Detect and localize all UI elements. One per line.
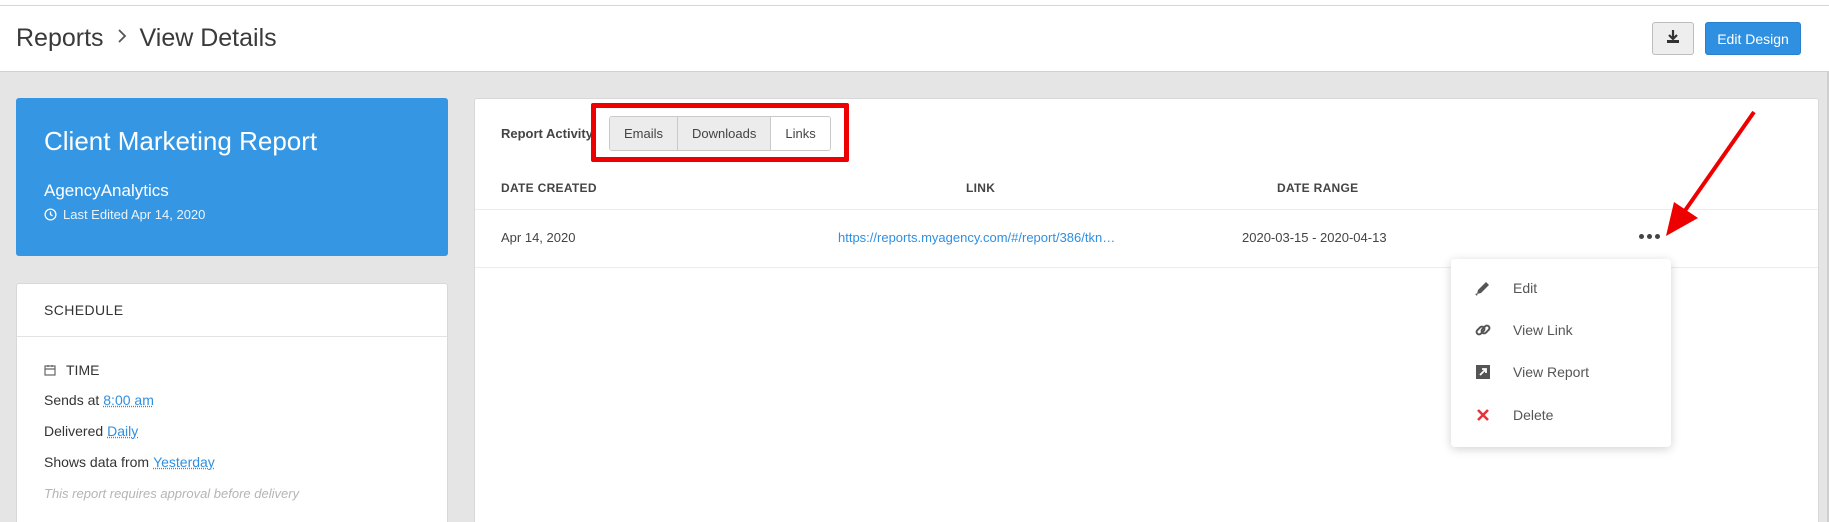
breadcrumb: Reports View Details xyxy=(16,24,277,53)
report-summary-card: Client Marketing Report AgencyAnalytics … xyxy=(16,98,448,256)
calendar-icon xyxy=(44,365,56,376)
cell-link[interactable]: https://reports.myagency.com/#/report/38… xyxy=(838,230,1115,245)
close-icon xyxy=(1473,405,1493,425)
report-activity-label: Report Activity xyxy=(501,126,593,141)
shows-data-value[interactable]: Yesterday xyxy=(153,454,215,470)
edit-design-button[interactable]: Edit Design xyxy=(1705,22,1801,55)
page-header: Reports View Details Edit Design xyxy=(0,6,1829,72)
last-edited-text: Last Edited Apr 14, 2020 xyxy=(63,207,206,222)
time-label: TIME xyxy=(66,362,100,378)
menu-item-view-link[interactable]: View Link xyxy=(1473,318,1573,342)
shows-data-prefix: Shows data from xyxy=(44,454,150,470)
clock-icon xyxy=(44,208,57,221)
breadcrumb-view-details: View Details xyxy=(139,24,277,52)
cell-date-range: 2020-03-15 - 2020-04-13 xyxy=(1242,230,1387,245)
schedule-card: SCHEDULE TIME Sends at 8:00 am Delivered… xyxy=(16,283,448,522)
chevron-right-icon xyxy=(116,27,128,51)
delivered-prefix: Delivered xyxy=(44,423,104,439)
menu-item-label: Delete xyxy=(1513,407,1554,423)
menu-item-label: Edit xyxy=(1513,280,1538,296)
sends-at-prefix: Sends at xyxy=(44,392,100,408)
download-icon xyxy=(1665,28,1681,49)
header-divider xyxy=(475,209,1818,210)
column-date-range: DATE RANGE xyxy=(1277,181,1359,195)
row-actions-menu: Edit View Link View Report Delete xyxy=(1451,259,1671,447)
delivered-value[interactable]: Daily xyxy=(107,423,138,439)
cell-date-created: Apr 14, 2020 xyxy=(501,230,576,245)
arrow-annotation xyxy=(1666,110,1756,236)
delivered-row: Delivered Daily xyxy=(44,423,138,439)
breadcrumb-reports[interactable]: Reports xyxy=(16,24,104,53)
agency-name: AgencyAnalytics xyxy=(44,181,169,200)
pencil-icon xyxy=(1473,278,1493,298)
approval-note: This report requires approval before del… xyxy=(44,486,300,501)
download-button[interactable] xyxy=(1652,22,1694,55)
report-title: Client Marketing Report xyxy=(44,126,318,156)
column-link: LINK xyxy=(966,181,996,195)
link-icon xyxy=(1473,320,1493,340)
column-date-created: DATE CREATED xyxy=(501,181,597,195)
menu-item-edit[interactable]: Edit xyxy=(1473,276,1537,300)
menu-item-delete[interactable]: Delete xyxy=(1473,403,1553,427)
row-actions-button[interactable] xyxy=(1637,227,1661,245)
menu-item-view-report[interactable]: View Report xyxy=(1473,360,1589,384)
schedule-time-row: TIME xyxy=(44,362,99,378)
more-icon xyxy=(1638,233,1644,239)
external-link-icon xyxy=(1473,362,1493,382)
menu-item-label: View Report xyxy=(1513,364,1590,380)
last-edited: Last Edited Apr 14, 2020 xyxy=(44,207,205,222)
sends-at-row: Sends at 8:00 am xyxy=(44,392,154,408)
schedule-heading: SCHEDULE xyxy=(17,284,447,337)
sends-at-value[interactable]: 8:00 am xyxy=(103,392,154,408)
menu-item-label: View Link xyxy=(1513,322,1573,338)
shows-data-row: Shows data from Yesterday xyxy=(44,454,215,470)
tabs-highlight-annotation xyxy=(591,103,849,162)
